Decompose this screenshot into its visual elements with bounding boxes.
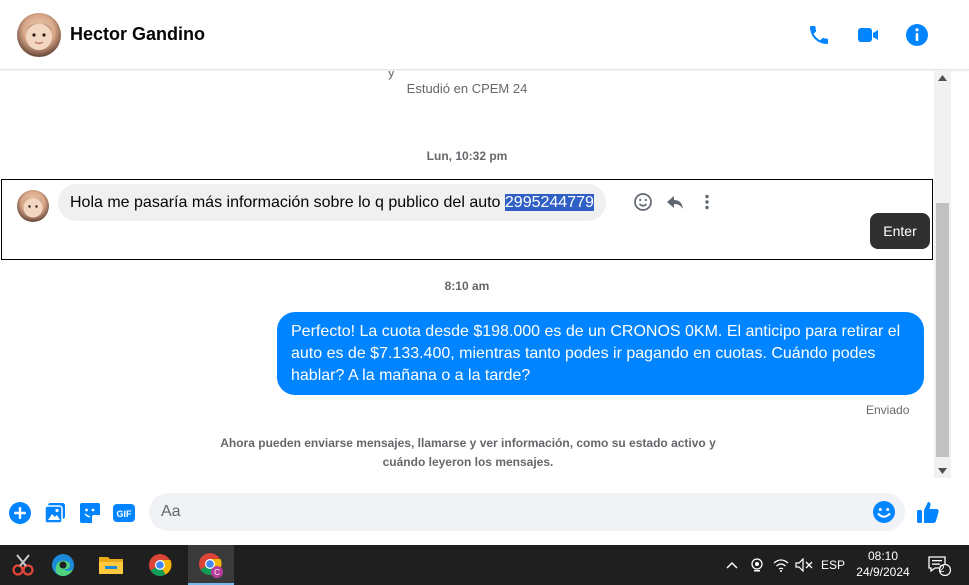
sticker-icon[interactable]: [77, 500, 103, 526]
reply-icon[interactable]: [664, 191, 686, 213]
profile-cut-text: y: [388, 71, 395, 80]
timestamp-divider: 8:10 am: [444, 279, 490, 293]
volume-muted-icon[interactable]: [793, 545, 815, 585]
message-actions: [632, 191, 718, 213]
info-icon[interactable]: [904, 22, 930, 48]
gallery-icon[interactable]: [42, 500, 68, 526]
contact-name[interactable]: Hector Gandino: [70, 24, 205, 45]
chrome-icon[interactable]: [137, 545, 183, 585]
contact-avatar[interactable]: [17, 13, 61, 57]
clock-time: 08:10: [867, 549, 899, 563]
camera-privacy-icon[interactable]: [746, 545, 768, 585]
windows-taskbar: C ESP 08:10 24/9/2024 2: [0, 545, 969, 585]
gif-icon[interactable]: GIF: [111, 500, 137, 526]
scrollbar-thumb[interactable]: [936, 203, 949, 457]
chat-header: Hector Gandino: [0, 0, 969, 70]
file-explorer-icon[interactable]: [88, 545, 134, 585]
profile-subtitle: Estudió en CPEM 24: [406, 81, 528, 96]
outgoing-message-bubble[interactable]: Perfecto! La cuota desde $198.000 es de …: [277, 312, 924, 395]
video-camera-icon[interactable]: [855, 22, 881, 48]
taskbar-clock[interactable]: 08:10 24/9/2024: [848, 548, 918, 580]
chevron-up-icon[interactable]: [722, 545, 742, 585]
scrollbar[interactable]: [934, 71, 951, 478]
thumbs-up-icon[interactable]: [915, 499, 941, 525]
timestamp-divider: Lun, 10:32 pm: [426, 149, 508, 163]
phone-icon[interactable]: [806, 22, 832, 48]
message-input-wrapper[interactable]: [149, 493, 905, 531]
input-language[interactable]: ESP: [818, 545, 848, 585]
chrome-profile-icon[interactable]: C: [188, 545, 234, 585]
notification-count: 2: [939, 564, 945, 575]
sender-avatar[interactable]: [17, 190, 49, 222]
incoming-message-row[interactable]: Hola me pasaría más información sobre lo…: [1, 179, 933, 260]
enter-tooltip: Enter: [870, 213, 930, 249]
scroll-up-icon[interactable]: [934, 71, 951, 85]
message-status: Enviado: [866, 403, 910, 417]
composer: GIF: [0, 478, 969, 545]
message-input[interactable]: [161, 493, 861, 531]
more-options-icon[interactable]: [696, 191, 718, 213]
emoji-react-icon[interactable]: [632, 191, 654, 213]
plus-icon[interactable]: [7, 500, 33, 526]
wifi-icon[interactable]: [770, 545, 792, 585]
scroll-down-icon[interactable]: [934, 464, 951, 478]
message-list[interactable]: y Estudió en CPEM 24 Lun, 10:32 pm Hola …: [0, 71, 934, 478]
edge-icon[interactable]: [40, 545, 86, 585]
clock-date: 24/9/2024: [856, 565, 910, 579]
emoji-icon[interactable]: [871, 499, 897, 525]
selected-phone-number[interactable]: 2995244779: [504, 194, 594, 211]
incoming-message-bubble[interactable]: Hola me pasaría más información sobre lo…: [58, 184, 606, 221]
message-text: Hola me pasaría más información sobre lo…: [70, 194, 505, 211]
svg-text:GIF: GIF: [117, 509, 133, 519]
notification-icon[interactable]: 2: [924, 545, 954, 585]
connection-notice: Ahora pueden enviarse mensajes, llamarse…: [220, 436, 716, 469]
svg-text:C: C: [214, 568, 220, 577]
